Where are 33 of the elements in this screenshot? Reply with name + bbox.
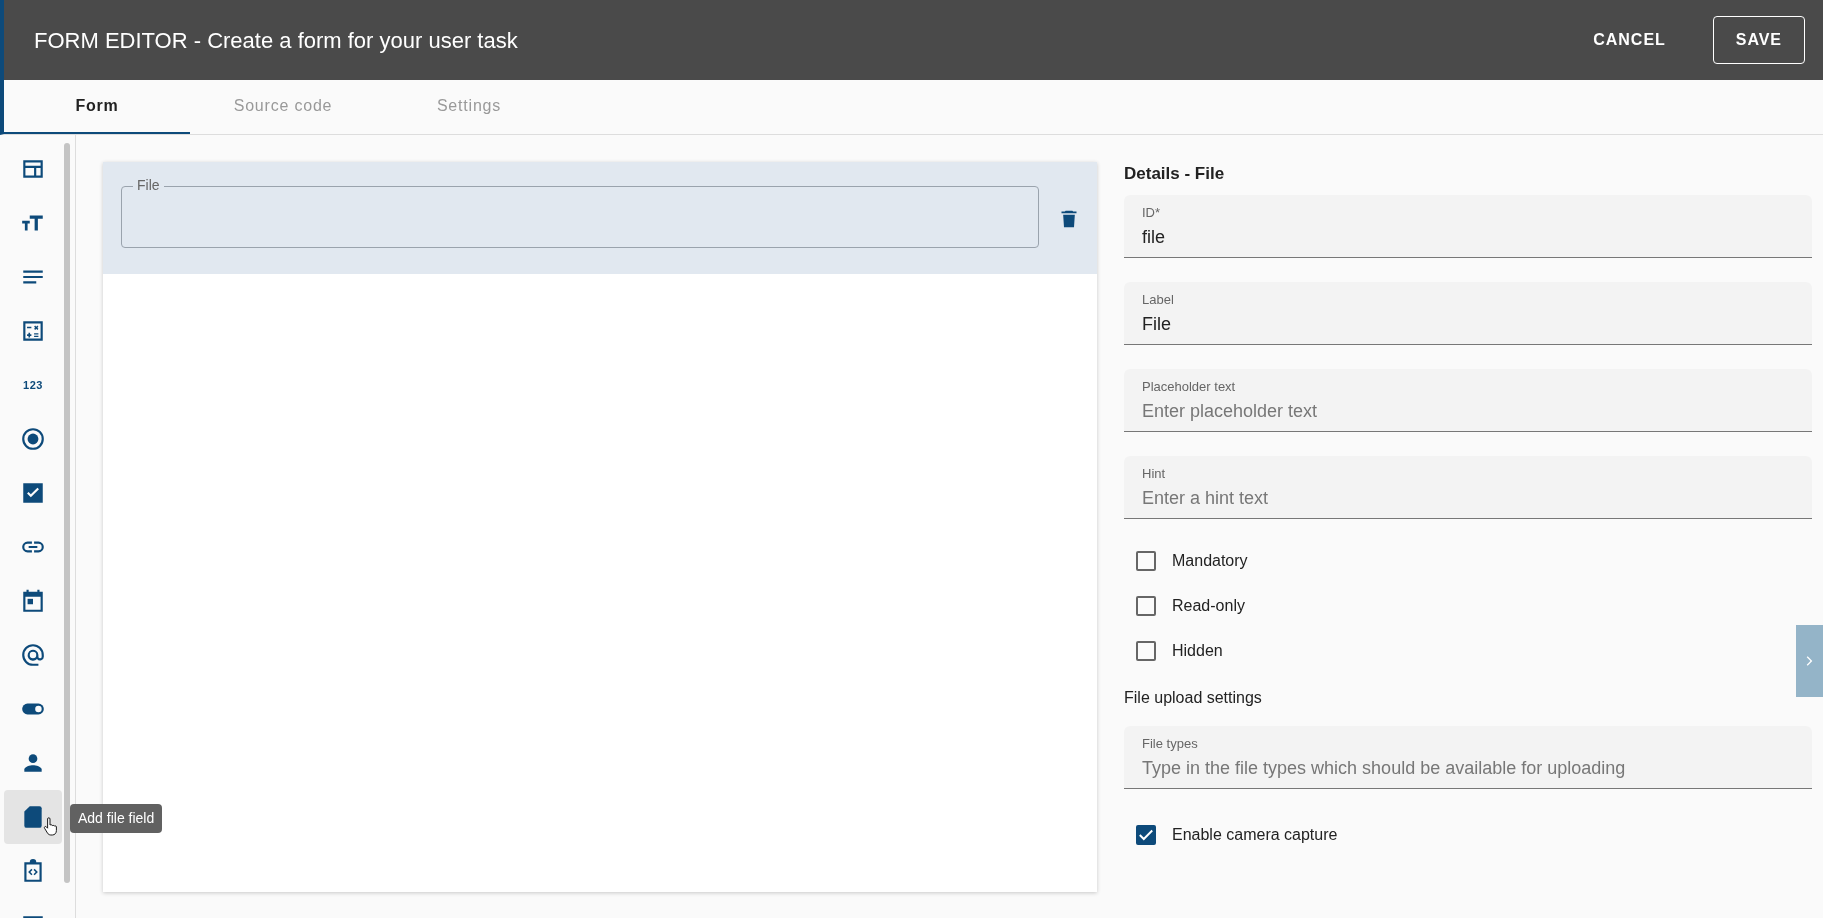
- checkbox-icon: [20, 480, 46, 506]
- number-label: 123: [23, 377, 43, 393]
- radio-icon: [20, 426, 46, 452]
- checkbox-label: Enable camera capture: [1172, 825, 1338, 845]
- cancel-button[interactable]: CANCEL: [1570, 17, 1689, 63]
- calendar-icon: [20, 588, 46, 614]
- field-label: Hint: [1142, 464, 1166, 483]
- tooltip: Add file field: [70, 804, 163, 833]
- window-title: FORM EDITOR - Create a form for your user task: [34, 26, 518, 55]
- form-element-row[interactable]: File: [103, 162, 1097, 274]
- field-label: Label: [1142, 290, 1174, 309]
- panel-title: Details - File: [1124, 163, 1226, 185]
- toolbox-item[interactable]: [4, 790, 62, 844]
- section-title: File upload settings: [1124, 687, 1263, 708]
- checkbox-label: Hidden: [1172, 641, 1223, 661]
- save-button[interactable]: SAVE: [1712, 16, 1805, 64]
- field-label: File types: [1142, 734, 1198, 753]
- checkmark-icon: [1138, 827, 1154, 843]
- scrollbar[interactable]: [64, 143, 70, 883]
- calculator-icon: [20, 318, 46, 344]
- checkbox[interactable]: [1136, 825, 1156, 845]
- checkbox-label: Read-only: [1172, 596, 1245, 616]
- toolbox-item[interactable]: 123: [4, 358, 62, 412]
- cursor-icon: [42, 816, 58, 838]
- checkbox[interactable]: [1136, 641, 1156, 661]
- checkbox[interactable]: [1136, 551, 1156, 571]
- checkbox[interactable]: [1136, 596, 1156, 616]
- checkbox-label: Mandatory: [1172, 551, 1248, 571]
- field-label: ID*: [1142, 203, 1161, 222]
- at-sign-icon: [20, 642, 46, 668]
- tab[interactable]: Form: [4, 80, 190, 134]
- panel-toggle-button[interactable]: [1796, 625, 1823, 697]
- field-label: Placeholder text: [1142, 377, 1236, 396]
